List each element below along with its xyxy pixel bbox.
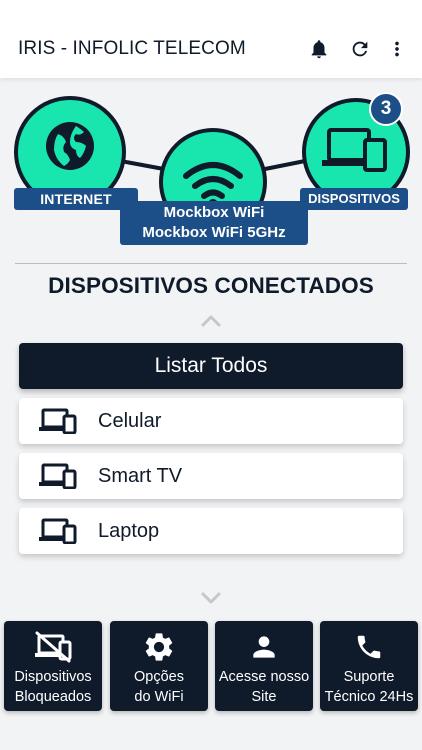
devices-icon xyxy=(39,518,77,544)
devices-label: DISPOSITIVOS xyxy=(300,188,408,210)
wifi-names-label: Mockbox WiFi Mockbox WiFi 5GHz xyxy=(120,201,308,245)
devices-count-badge: 3 xyxy=(369,92,403,126)
refresh-icon[interactable] xyxy=(348,37,372,61)
wifi-name-5ghz: Mockbox WiFi 5GHz xyxy=(142,224,286,241)
device-row-laptop[interactable]: Laptop xyxy=(19,508,403,554)
wifi-name-24: Mockbox WiFi xyxy=(163,204,265,221)
chevron-down-icon[interactable] xyxy=(199,590,223,606)
app-title: IRIS - INFOLIC TELECOM xyxy=(18,38,246,59)
device-row-celular[interactable]: Celular xyxy=(19,398,403,444)
device-name: Smart TV xyxy=(98,465,183,487)
app-bar: IRIS - INFOLIC TELECOM xyxy=(0,0,422,78)
tile-label: Suporte Técnico 24Hs xyxy=(324,669,414,705)
support-button[interactable]: Suporte Técnico 24Hs xyxy=(320,621,418,711)
bell-icon[interactable] xyxy=(307,37,331,61)
devices-icon xyxy=(39,463,77,489)
more-vert-icon[interactable] xyxy=(385,37,409,61)
list-all-button[interactable]: Listar Todos xyxy=(19,343,403,389)
devices-icon xyxy=(39,408,77,434)
globe-icon xyxy=(46,122,94,170)
devices-blocked-icon xyxy=(35,631,72,663)
device-name: Celular xyxy=(98,410,162,432)
wifi-options-button[interactable]: Opções do WiFi xyxy=(110,621,208,711)
chevron-up-icon[interactable] xyxy=(199,312,223,328)
device-name: Laptop xyxy=(98,520,160,542)
phone-icon xyxy=(357,635,381,659)
section-title: DISPOSITIVOS CONECTADOS xyxy=(48,273,374,298)
tile-label: Dispositivos Bloqueados xyxy=(14,669,92,705)
device-row-smart-tv[interactable]: Smart TV xyxy=(19,453,403,499)
blocked-devices-button[interactable]: Dispositivos Bloqueados xyxy=(4,621,102,711)
divider xyxy=(15,263,407,264)
person-icon xyxy=(253,636,275,658)
tile-label: Opções do WiFi xyxy=(134,669,184,705)
gear-icon xyxy=(145,633,173,661)
tile-label: Acesse nosso Site xyxy=(218,669,310,705)
website-button[interactable]: Acesse nosso Site xyxy=(215,621,313,711)
